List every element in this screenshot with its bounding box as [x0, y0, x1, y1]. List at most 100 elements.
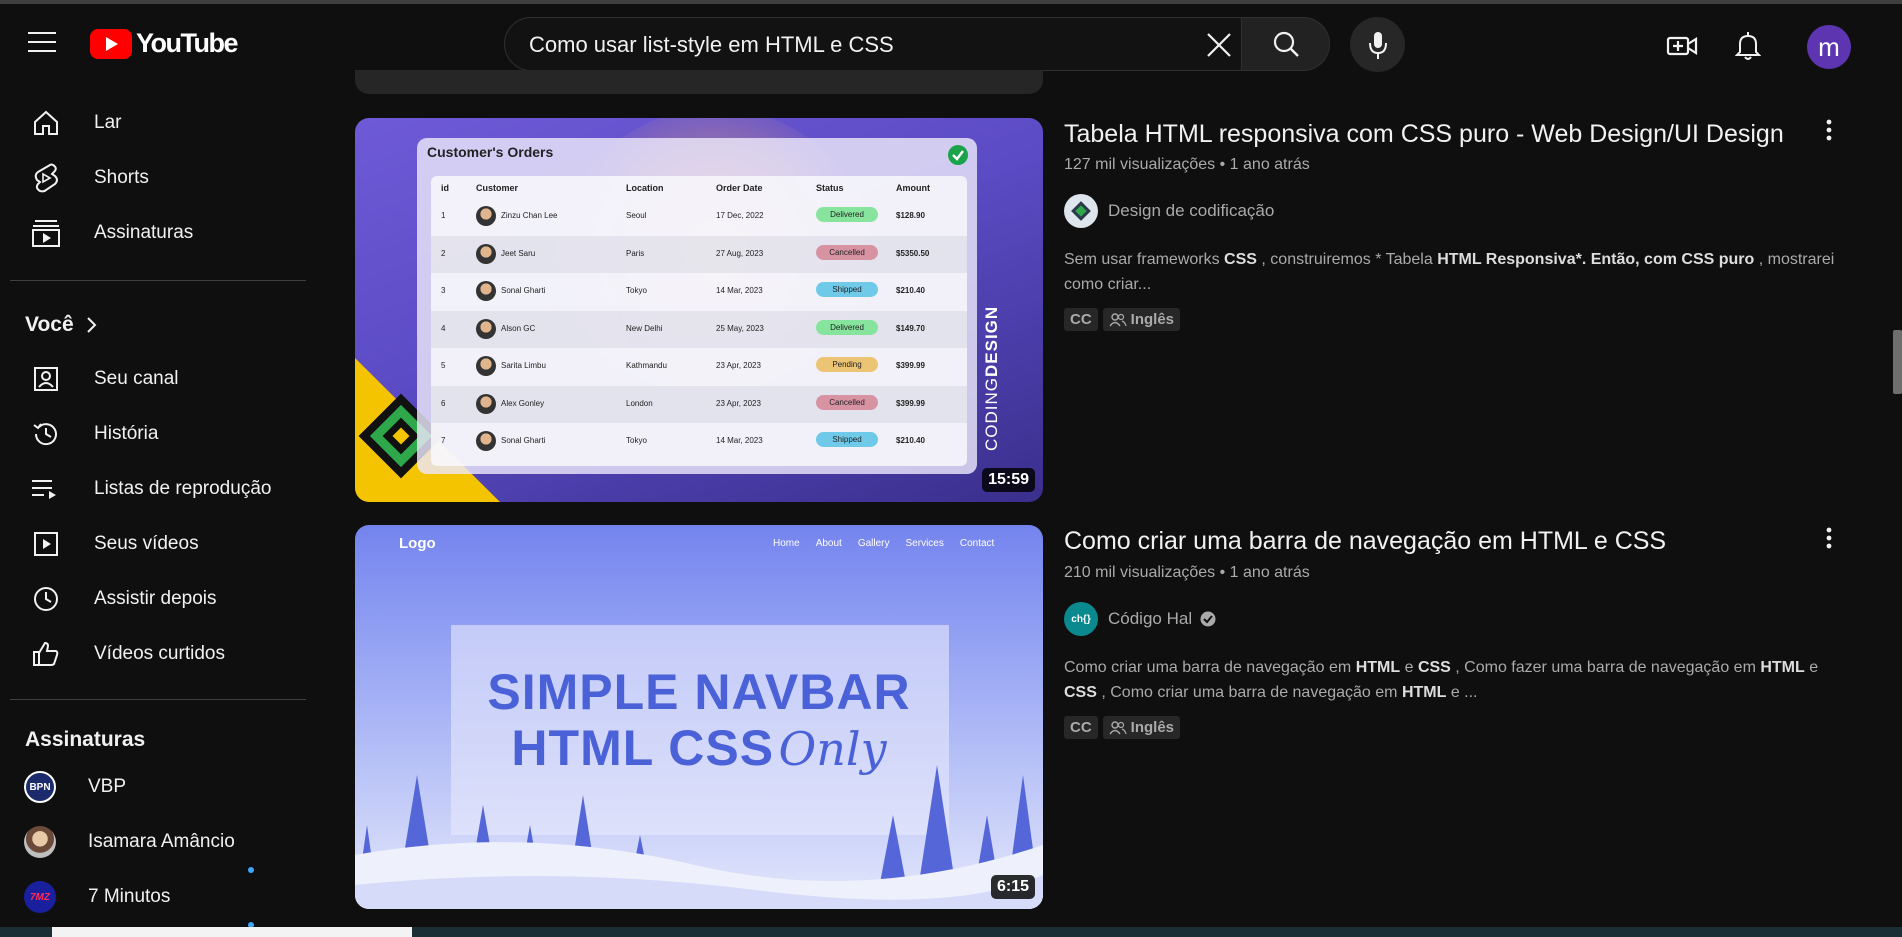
sidebar: Lar Shorts Assinaturas Você Seu canal Hi…: [0, 82, 310, 928]
video-badges-1: CC Inglês: [1064, 308, 1181, 331]
navbar-logo-text: Logo: [399, 535, 436, 552]
coding-word: CODING: [982, 377, 1001, 451]
navbar-link: Home: [773, 538, 800, 549]
sidebar-item-your-channel[interactable]: Seu canal: [10, 354, 300, 404]
sidebar-item-playlists[interactable]: Listas de reprodução: [10, 464, 300, 514]
customer-avatar: [476, 206, 496, 226]
status-badge: Cancelled: [816, 394, 878, 410]
subscriptions-icon: [24, 215, 68, 251]
video-duration: 6:15: [990, 875, 1035, 899]
orders-cell: 2: [441, 248, 446, 258]
subscription-item-isamara[interactable]: Isamara Amâncio: [10, 817, 300, 867]
mic-icon[interactable]: [1350, 17, 1405, 72]
channel-avatar: [1064, 194, 1098, 228]
thumbnail-headline-2-text: HTML CSS: [511, 720, 775, 776]
channel-link-1[interactable]: Design de codificação: [1064, 194, 1274, 228]
orders-table-header: id Customer Location Order Date Status Amount: [431, 176, 967, 198]
sidebar-item-watch-later[interactable]: Assistir depois: [10, 574, 300, 624]
status-badge: Delivered: [816, 207, 878, 222]
video-meta-1: 127 mil visualizações • 1 ano atrás: [1064, 156, 1310, 173]
sidebar-item-home[interactable]: Lar: [10, 98, 300, 148]
youtube-logo[interactable]: YouTube: [90, 28, 238, 59]
customer-name: Sonal Gharti: [501, 436, 546, 445]
search-input[interactable]: [527, 18, 1181, 72]
scrollbar-thumb[interactable]: [1893, 330, 1902, 394]
sidebar-item-label: Isamara Amâncio: [88, 831, 235, 852]
people-icon: [1109, 720, 1127, 734]
status-badge: Cancelled: [816, 244, 878, 260]
orders-column-header: Customer: [476, 183, 519, 193]
close-icon[interactable]: [1198, 24, 1240, 66]
youtube-logo-text: YouTube: [136, 28, 238, 58]
check-circle-icon: [948, 145, 968, 165]
previous-result-thumbnail[interactable]: [355, 70, 1043, 94]
search-button[interactable]: [1242, 17, 1330, 71]
subscription-item-7-minutos[interactable]: 7MZ 7 Minutos: [10, 872, 300, 922]
channel-name-2: Código Hal: [1108, 609, 1193, 628]
sidebar-item-shorts[interactable]: Shorts: [10, 153, 300, 203]
navbar-link: Gallery: [857, 538, 890, 549]
customer-name: Zinzu Chan Lee: [501, 211, 558, 220]
orders-cell: $210.40: [896, 286, 925, 295]
customer-avatar: [476, 243, 496, 264]
navbar-links: Home About Gallery Services Contact: [773, 538, 994, 549]
you-section-header[interactable]: Você: [25, 313, 98, 337]
taskbar-window[interactable]: [52, 927, 412, 937]
orders-table-row: 6 Alex Gonley London 23 Apr, 2023 Cancelled $…: [431, 385, 967, 423]
create-video-icon[interactable]: [1660, 24, 1704, 68]
status-badge: Shipped: [816, 432, 878, 447]
status-badge: Pending: [816, 357, 878, 372]
orders-table-row: 2 Jeet Saru Paris 27 Aug, 2023 Cancelled $535…: [431, 235, 967, 273]
bell-icon[interactable]: [1726, 24, 1770, 68]
sidebar-item-liked-videos[interactable]: Vídeos curtidos: [10, 629, 300, 679]
sidebar-item-history[interactable]: História: [10, 409, 300, 459]
orders-cell: 23 Apr, 2023: [716, 398, 761, 408]
video-badges-2: CC Inglês: [1064, 716, 1181, 739]
orders-cell: $149.70: [896, 323, 925, 333]
customer-name: Alson GC: [501, 323, 536, 333]
orders-table-row: 3 Sonal Gharti Tokyo 14 Mar, 2023 Shipped $21…: [431, 273, 967, 310]
description-fragment: HTML Responsiva*. Então, com CSS puro: [1437, 251, 1755, 268]
customer-name: Jeet Saru: [501, 248, 536, 258]
orders-cell: 4: [441, 323, 446, 333]
navbar-link: About: [815, 538, 842, 549]
search-box: [504, 17, 1242, 72]
video-thumbnail-1[interactable]: Customer's Orders id Customer Location Orde…: [355, 118, 1043, 502]
cc-badge: CC: [1064, 716, 1098, 739]
orders-cell: 1: [441, 211, 446, 220]
channel-icon: [24, 361, 68, 397]
video-thumbnail-2[interactable]: Logo Home About Gallery Services Contact SIM…: [355, 525, 1043, 909]
orders-cell: 25 May, 2023: [716, 323, 764, 333]
orders-cell: $399.99: [896, 361, 925, 370]
subscriptions-section-title: Assinaturas: [25, 728, 146, 751]
sidebar-item-label: Shorts: [94, 167, 149, 188]
language-badge: Inglês: [1102, 716, 1181, 739]
orders-cell: 3: [441, 286, 446, 295]
sidebar-divider: [10, 280, 306, 281]
orders-cell: 14 Mar, 2023: [716, 286, 763, 295]
description-fragment: HTML: [1760, 659, 1805, 676]
video-title-2[interactable]: Como criar uma barra de navegação em HTM…: [1064, 527, 1666, 556]
subscription-item-vbp[interactable]: BPN VBP: [10, 762, 300, 812]
more-options-icon[interactable]: [1814, 112, 1844, 148]
language-label: Inglês: [1130, 311, 1175, 328]
orders-cell: Kathmandu: [626, 361, 667, 370]
you-section-title: Você: [25, 313, 74, 336]
more-options-icon[interactable]: [1814, 520, 1844, 556]
sidebar-divider: [10, 699, 306, 700]
orders-cell: 17 Dec, 2022: [716, 211, 764, 220]
video-title-1[interactable]: Tabela HTML responsiva com CSS puro - We…: [1064, 120, 1784, 149]
orders-column-header: id: [441, 183, 449, 193]
customer-avatar: [476, 431, 496, 451]
sidebar-item-your-videos[interactable]: Seus vídeos: [10, 519, 300, 569]
channel-avatar: [24, 826, 56, 858]
orders-cell: 14 Mar, 2023: [716, 436, 763, 445]
thumbnail-headline-1: SIMPLE NAVBAR: [487, 664, 911, 720]
account-avatar[interactable]: m: [1807, 25, 1851, 69]
sidebar-item-label: 7 Minutos: [88, 886, 171, 907]
sidebar-item-subscriptions[interactable]: Assinaturas: [10, 208, 300, 258]
channel-link-2[interactable]: ch{} Código Hal: [1064, 602, 1216, 636]
orders-cell: $210.40: [896, 436, 925, 445]
home-icon: [24, 105, 68, 141]
menu-icon[interactable]: [22, 22, 62, 62]
